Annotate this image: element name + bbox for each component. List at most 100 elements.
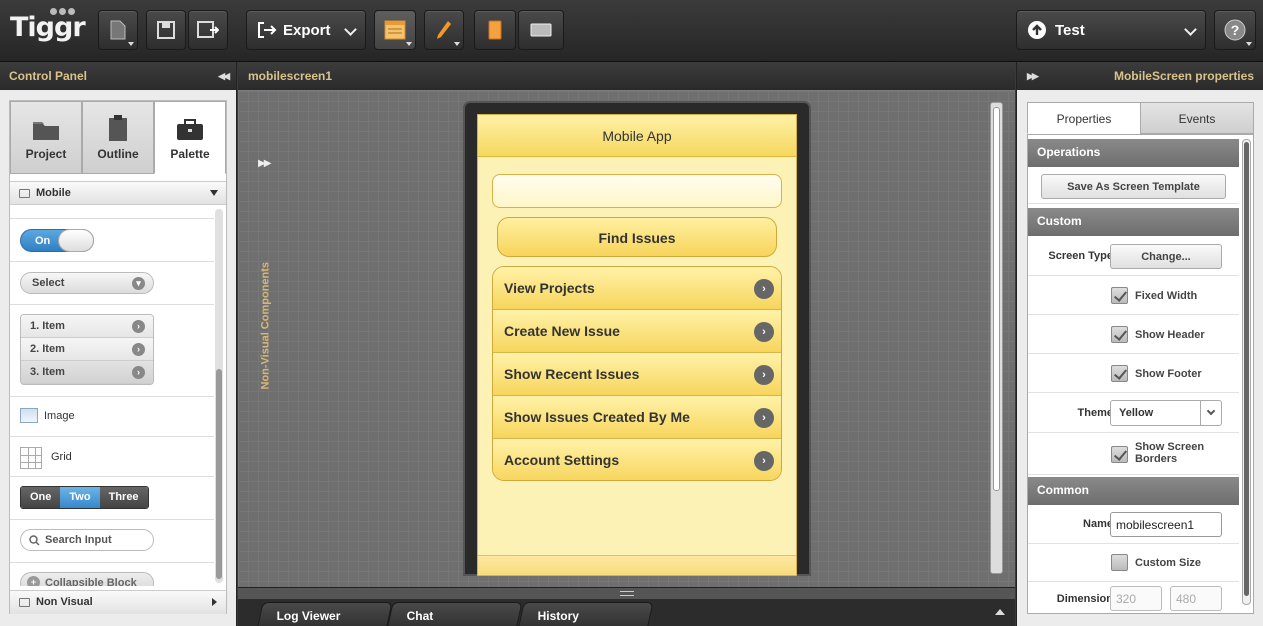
new-file-icon bbox=[110, 20, 126, 40]
tab-log-viewer[interactable]: Log Viewer bbox=[257, 602, 393, 626]
palette-scrollbar[interactable] bbox=[215, 209, 223, 583]
theme-select[interactable]: Yellow bbox=[1110, 400, 1222, 426]
palette-item-segmented[interactable]: One Two Three bbox=[10, 477, 214, 520]
control-panel-tabs: Project Outline Palette bbox=[10, 101, 226, 174]
mobile-search-input[interactable] bbox=[492, 174, 782, 208]
properties-scrollbar[interactable] bbox=[1242, 139, 1251, 605]
window-layout-icon bbox=[384, 20, 406, 40]
find-issues-button[interactable]: Find Issues bbox=[497, 217, 777, 257]
palette-item-select[interactable]: Select ▾ bbox=[10, 262, 214, 305]
collapsible-block-preview: + Collapsible Block bbox=[20, 572, 154, 586]
operations-row: Save As Screen Template bbox=[1028, 167, 1239, 204]
export-button[interactable]: Export bbox=[246, 10, 366, 50]
new-file-button[interactable] bbox=[98, 10, 138, 50]
chevron-down-icon bbox=[344, 23, 357, 36]
expand-up-icon[interactable] bbox=[995, 609, 1005, 615]
scrollbar-thumb[interactable] bbox=[1244, 142, 1249, 596]
show-footer-checkbox[interactable] bbox=[1111, 365, 1128, 382]
name-input[interactable]: mobilescreen1 bbox=[1110, 512, 1222, 537]
landscape-view-button[interactable] bbox=[518, 10, 564, 50]
design-canvas[interactable]: ▶▶ Non-Visual Components Mobile App Find… bbox=[238, 91, 1015, 587]
collapse-left-icon[interactable]: ◀◀ bbox=[218, 71, 230, 82]
grid-preview: Grid bbox=[20, 447, 72, 469]
palette-item-partial[interactable] bbox=[10, 207, 214, 219]
toggle-switch-preview: On bbox=[20, 229, 94, 252]
palette-item-grid[interactable]: Grid bbox=[10, 437, 214, 477]
palette-item-search[interactable]: Search Input bbox=[10, 520, 214, 563]
show-header-row: Show Header bbox=[1028, 315, 1239, 354]
properties-panel-title: MobileScreen properties bbox=[1113, 69, 1254, 83]
scrollbar-thumb[interactable] bbox=[993, 107, 1000, 491]
tab-properties[interactable]: Properties bbox=[1027, 102, 1141, 134]
fixed-width-row: Fixed Width bbox=[1028, 276, 1239, 315]
custom-size-row: Custom Size bbox=[1028, 544, 1239, 582]
list-item[interactable]: Show Issues Created By Me › bbox=[493, 396, 781, 439]
chevron-down-icon bbox=[1206, 406, 1216, 416]
drag-handle-icon[interactable] bbox=[620, 591, 634, 596]
save-button[interactable] bbox=[146, 10, 186, 50]
change-screen-type-button[interactable]: Change... bbox=[1110, 244, 1222, 269]
briefcase-icon bbox=[177, 119, 203, 140]
tab-chat[interactable]: Chat bbox=[387, 602, 523, 626]
chevron-right-icon: › bbox=[754, 408, 774, 428]
palette-category-header[interactable]: Mobile bbox=[10, 181, 226, 205]
tab-palette[interactable]: Palette bbox=[154, 101, 226, 174]
segmented-control-preview: One Two Three bbox=[20, 486, 149, 509]
mobile-menu-list: View Projects › Create New Issue › Show Re… bbox=[492, 266, 782, 481]
palette-item-toggle[interactable]: On bbox=[10, 219, 214, 262]
phone-portrait-icon bbox=[488, 20, 502, 40]
nonvisual-category-label: Non Visual bbox=[36, 596, 93, 608]
scrollbar-thumb[interactable] bbox=[216, 369, 222, 579]
portrait-view-button[interactable] bbox=[474, 10, 516, 50]
palette-item-image[interactable]: Image bbox=[10, 397, 214, 437]
plus-icon: + bbox=[27, 576, 40, 586]
export-label: Export bbox=[283, 21, 331, 39]
list-preview: 1. Item › 2. Item › 3. Item › bbox=[20, 314, 154, 385]
mobile-screen[interactable]: Mobile App Find Issues View Projects › Cr… bbox=[477, 114, 797, 576]
list-preview-row: 3. Item › bbox=[21, 361, 153, 384]
expand-nonvisual-icon[interactable]: ▶▶ bbox=[258, 158, 271, 169]
save-as-button[interactable] bbox=[188, 10, 228, 50]
canvas-scrollbar[interactable] bbox=[990, 102, 1003, 574]
section-common: Common bbox=[1028, 477, 1239, 505]
height-input[interactable]: 480 bbox=[1170, 586, 1222, 611]
save-as-template-button[interactable]: Save As Screen Template bbox=[1041, 174, 1226, 199]
show-borders-checkbox[interactable] bbox=[1111, 446, 1128, 463]
palette-category-nonvisual[interactable]: Non Visual bbox=[10, 590, 226, 614]
palette-item-list[interactable]: 1. Item › 2. Item › 3. Item › bbox=[10, 305, 214, 397]
list-item[interactable]: Show Recent Issues › bbox=[493, 353, 781, 396]
control-panel-header: Control Panel ◀◀ bbox=[0, 62, 236, 90]
tab-outline[interactable]: Outline bbox=[82, 101, 154, 174]
mobile-header[interactable]: Mobile App bbox=[478, 115, 796, 157]
search-icon bbox=[29, 535, 40, 546]
properties-tabs: Properties Events bbox=[1027, 102, 1254, 134]
fixed-width-checkbox[interactable] bbox=[1111, 287, 1128, 304]
edit-mode-button[interactable] bbox=[424, 10, 464, 50]
tab-history[interactable]: History bbox=[518, 602, 654, 626]
show-header-checkbox[interactable] bbox=[1111, 326, 1128, 343]
tab-project[interactable]: Project bbox=[10, 101, 82, 174]
collapse-right-icon[interactable]: ▶▶ bbox=[1027, 71, 1039, 82]
custom-size-checkbox[interactable] bbox=[1111, 554, 1128, 571]
help-button[interactable]: ? bbox=[1214, 10, 1256, 50]
show-header-label: Show Header bbox=[1135, 329, 1205, 341]
properties-panel-header: ▶▶ MobileScreen properties bbox=[1017, 62, 1263, 90]
image-preview: Image bbox=[20, 407, 75, 427]
tab-events[interactable]: Events bbox=[1140, 102, 1254, 134]
search-input-preview: Search Input bbox=[20, 529, 154, 551]
segment-three: Three bbox=[99, 487, 148, 508]
name-row: Name mobilescreen1 bbox=[1028, 505, 1239, 544]
show-borders-label: Show Screen Borders bbox=[1135, 441, 1205, 465]
palette-item-collapsible[interactable]: + Collapsible Block bbox=[10, 563, 214, 586]
list-item[interactable]: View Projects › bbox=[493, 267, 781, 310]
fixed-width-label: Fixed Width bbox=[1135, 290, 1198, 302]
width-input[interactable]: 320 bbox=[1110, 586, 1162, 611]
mobile-footer[interactable] bbox=[478, 555, 796, 575]
panel-splitter[interactable] bbox=[238, 587, 1015, 599]
non-visual-components-label[interactable]: Non-Visual Components bbox=[260, 262, 272, 390]
test-button[interactable]: Test bbox=[1016, 10, 1206, 50]
export-icon bbox=[258, 22, 277, 38]
layout-view-button[interactable] bbox=[374, 10, 416, 50]
list-item[interactable]: Account Settings › bbox=[493, 439, 781, 480]
list-item[interactable]: Create New Issue › bbox=[493, 310, 781, 353]
